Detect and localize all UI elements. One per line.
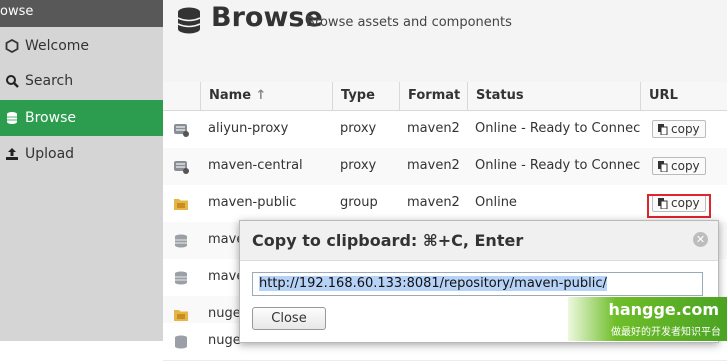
sidebar-item-label: Welcome — [25, 38, 90, 54]
repo-status: Online - Ready to Connect — [475, 121, 640, 136]
hosted-repo-icon — [174, 233, 189, 248]
group-repo-icon — [174, 196, 189, 210]
group-repo-icon — [174, 307, 189, 321]
close-button[interactable]: Close — [252, 307, 326, 330]
hosted-repo-icon — [174, 334, 189, 349]
repo-name[interactable]: aliyun-proxy — [200, 111, 332, 148]
repo-type: group — [340, 195, 378, 210]
url-field[interactable]: http://192.168.60.133:8081/repository/ma… — [252, 272, 703, 296]
repo-format: maven2 — [407, 121, 460, 136]
repo-name[interactable]: maven-public — [200, 185, 332, 222]
watermark-title: hangge.com — [608, 300, 719, 319]
column-header-status[interactable]: Status — [467, 82, 640, 110]
hexagon-icon — [5, 39, 19, 53]
column-header-format[interactable]: Format — [399, 82, 467, 110]
sidebar: owse Welcome Search Browse Upload — [0, 0, 163, 341]
copy-url-button[interactable]: copy — [652, 120, 706, 138]
upload-icon — [5, 147, 19, 161]
highlight-box — [647, 194, 711, 218]
sidebar-item-label: Search — [25, 73, 74, 89]
proxy-repo-icon — [174, 122, 189, 137]
sidebar-item-label: Upload — [25, 146, 75, 162]
close-icon[interactable]: ✕ — [693, 232, 708, 247]
search-icon — [5, 74, 19, 88]
sidebar-item-upload[interactable]: Upload — [0, 136, 163, 172]
table-row[interactable]: maven-public group maven2 Online copy — [163, 185, 727, 223]
repo-status: Online - Ready to Connect — [475, 158, 640, 173]
column-header-name[interactable]: Name ↑ — [200, 82, 332, 110]
copy-icon — [658, 123, 668, 135]
copy-url-button[interactable]: copy — [652, 157, 706, 175]
repo-name[interactable]: maven-central — [200, 148, 332, 185]
repo-type: proxy — [340, 158, 377, 173]
sidebar-item-label: Browse — [25, 110, 76, 126]
page-header: Browse Browse assets and components — [163, 0, 727, 83]
sidebar-header: owse — [0, 0, 163, 27]
copy-icon — [658, 160, 668, 172]
watermark-tagline: 做最好的开发者知识平台 — [611, 327, 721, 338]
sort-asc-icon: ↑ — [255, 88, 267, 103]
page-subtitle: Browse assets and components — [306, 15, 512, 30]
repo-format: maven2 — [407, 158, 460, 173]
dialog-header: Copy to clipboard: ⌘+C, Enter ✕ — [240, 221, 718, 261]
repo-type: proxy — [340, 121, 377, 136]
table-header: Name ↑ Type Format Status URL — [163, 82, 727, 111]
database-icon — [5, 111, 19, 125]
proxy-repo-icon — [174, 159, 189, 174]
repo-status: Online — [475, 195, 517, 210]
watermark: hangge.com 做最好的开发者知识平台 — [568, 297, 727, 341]
column-header-type[interactable]: Type — [332, 82, 399, 110]
table-row[interactable]: maven-central proxy maven2 Online - Read… — [163, 148, 727, 186]
sidebar-item-browse[interactable]: Browse — [0, 100, 163, 136]
sidebar-item-search[interactable]: Search — [0, 63, 163, 99]
database-icon — [177, 7, 201, 34]
sidebar-item-welcome[interactable]: Welcome — [0, 28, 163, 64]
table-row[interactable]: aliyun-proxy proxy maven2 Online - Ready… — [163, 111, 727, 149]
repo-format: maven2 — [407, 195, 460, 210]
column-header-url[interactable]: URL — [640, 82, 727, 110]
hosted-repo-icon — [174, 270, 189, 285]
dialog-title: Copy to clipboard: ⌘+C, Enter — [252, 231, 524, 250]
